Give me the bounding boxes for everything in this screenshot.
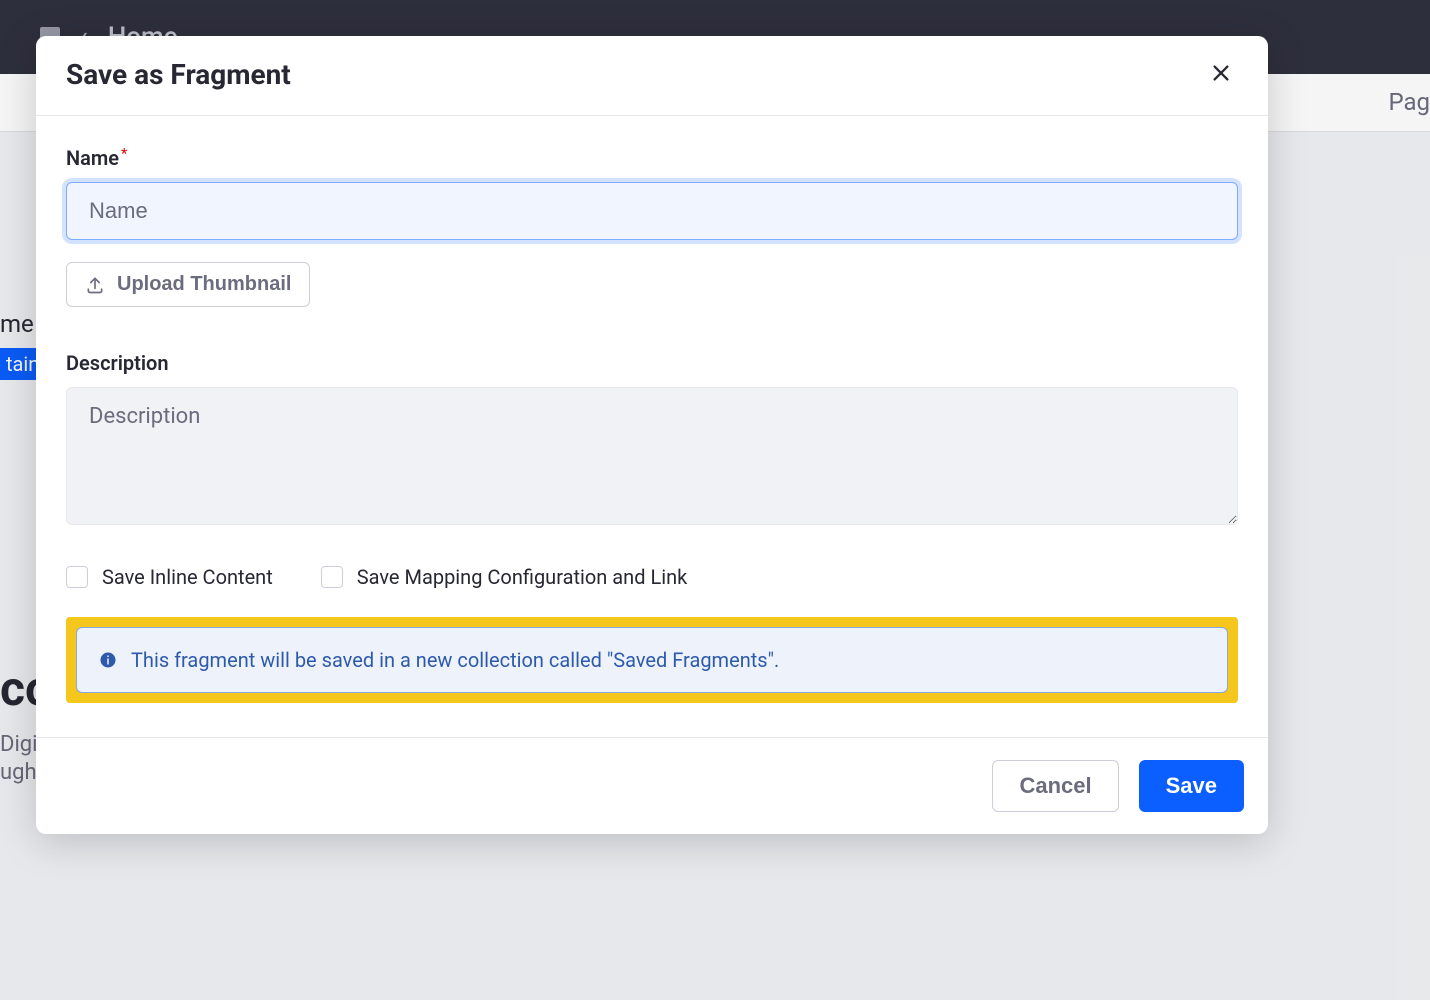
save-inline-content-checkbox[interactable]: Save Inline Content	[66, 565, 273, 589]
modal-footer: Cancel Save	[36, 737, 1268, 834]
info-highlight: This fragment will be saved in a new col…	[66, 617, 1238, 703]
checkbox-label: Save Inline Content	[102, 565, 273, 589]
save-mapping-checkbox[interactable]: Save Mapping Configuration and Link	[321, 565, 688, 589]
name-input[interactable]	[66, 182, 1238, 240]
checkbox-row: Save Inline Content Save Mapping Configu…	[66, 565, 1238, 589]
cancel-button[interactable]: Cancel	[992, 760, 1118, 812]
info-icon	[99, 651, 117, 669]
close-icon	[1210, 62, 1232, 84]
name-label-text: Name	[66, 146, 119, 170]
upload-thumbnail-button[interactable]: Upload Thumbnail	[66, 262, 310, 307]
close-button[interactable]	[1204, 56, 1238, 93]
checkbox-box	[321, 566, 343, 588]
info-alert: This fragment will be saved in a new col…	[76, 627, 1228, 693]
description-label: Description	[66, 351, 1238, 375]
checkbox-label: Save Mapping Configuration and Link	[357, 565, 688, 589]
upload-icon	[85, 275, 105, 295]
save-button[interactable]: Save	[1139, 760, 1244, 812]
save-fragment-modal: Save as Fragment Name* Upload Thumbnail …	[36, 36, 1268, 834]
modal-title: Save as Fragment	[66, 58, 291, 91]
name-label: Name*	[66, 146, 1238, 170]
upload-thumbnail-label: Upload Thumbnail	[117, 273, 291, 296]
info-text: This fragment will be saved in a new col…	[131, 648, 779, 672]
checkbox-box	[66, 566, 88, 588]
required-indicator: *	[121, 146, 127, 162]
modal-body: Name* Upload Thumbnail Description Save …	[36, 116, 1268, 737]
modal-header: Save as Fragment	[36, 36, 1268, 116]
description-textarea[interactable]	[66, 387, 1238, 525]
